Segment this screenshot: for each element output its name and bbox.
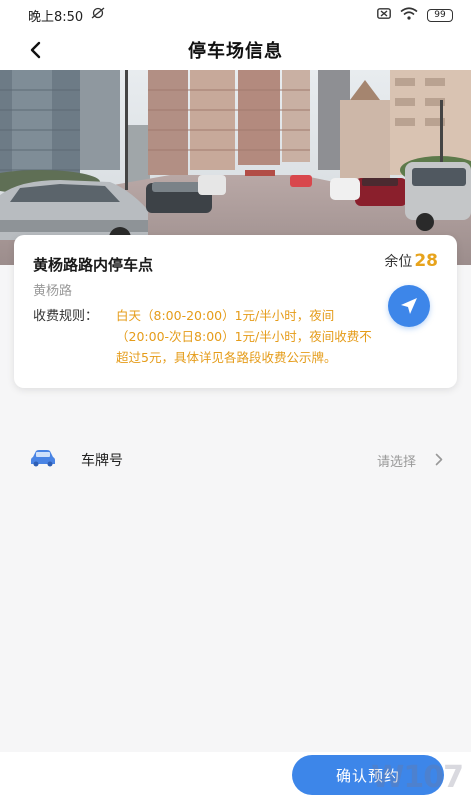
- plate-number-row[interactable]: 车牌号 请选择: [0, 432, 471, 486]
- remaining-label: 余位: [384, 254, 413, 270]
- status-time: 晚上8:50: [28, 9, 84, 25]
- plate-number-label: 车牌号: [81, 453, 123, 469]
- battery-icon: 99: [427, 8, 453, 22]
- lot-name: 黄杨路路内停车点: [33, 256, 154, 274]
- car-icon: [30, 449, 56, 471]
- chevron-right-icon: [435, 451, 443, 470]
- confirm-reservation-button[interactable]: 确认预约: [292, 755, 444, 795]
- back-button[interactable]: [22, 37, 48, 63]
- plate-number-value: 请选择: [376, 455, 416, 470]
- wifi-icon: [400, 6, 418, 24]
- nav-bar: 停车场信息: [0, 30, 471, 70]
- alarm-off-icon: [91, 7, 105, 23]
- sim-icon: [377, 7, 391, 23]
- back-arrow-icon: [30, 41, 41, 59]
- fee-rule-text: 白天（8:00-20:00）1元/半小时，夜间（20:00-次日8:00）1元/…: [116, 308, 372, 365]
- parking-info-card: 黄杨路路内停车点 余位 28 黄杨路 收费规则： 白天（8:00-20:00）1…: [14, 235, 457, 388]
- remaining-count: 28: [414, 251, 438, 271]
- navigation-arrow-icon: [401, 298, 417, 314]
- status-bar: 晚上8:50 99: [0, 0, 471, 30]
- page-title: 停车场信息: [188, 41, 283, 62]
- navigate-button[interactable]: [388, 285, 430, 327]
- remaining-spaces: 余位 28: [384, 251, 438, 271]
- road-name: 黄杨路: [33, 284, 73, 299]
- fee-rule-label: 收费规则：: [33, 309, 99, 324]
